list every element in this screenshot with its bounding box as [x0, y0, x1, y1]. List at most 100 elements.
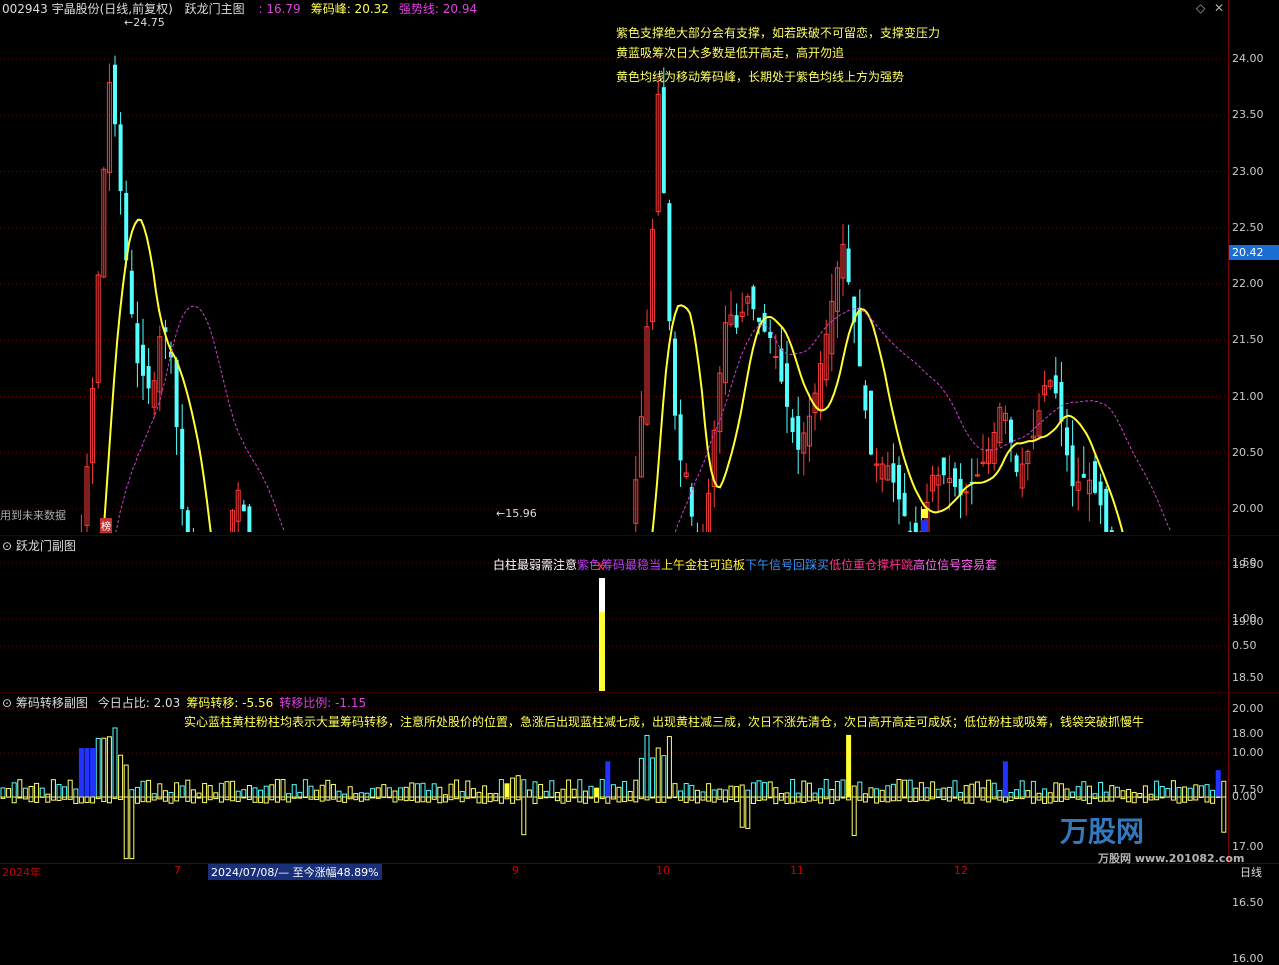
transfer-bar-negative [1149, 797, 1153, 800]
transfer-bar-negative [91, 797, 95, 803]
transfer-bar [35, 783, 39, 797]
transfer-bar-negative [253, 797, 257, 802]
transfer-bar-negative [886, 797, 890, 802]
transfer-bar [393, 791, 397, 797]
transfer-bar-negative [275, 797, 279, 802]
chip-transfer-chart[interactable] [0, 693, 1228, 863]
transfer-bar [1059, 784, 1063, 797]
transfer-bar [908, 780, 912, 797]
transfer-bar [471, 789, 475, 797]
transfer-bar [735, 787, 739, 797]
transfer-bar-negative [690, 797, 694, 800]
transfer-bar [527, 790, 531, 797]
candlestick-chart[interactable] [0, 0, 1228, 532]
transfer-bar-negative [942, 797, 946, 800]
transfer-bar [667, 737, 671, 797]
transfer-bar [147, 780, 151, 797]
transfer-bar [1003, 762, 1007, 797]
transfer-bar [555, 792, 559, 797]
transfer-bar-negative [830, 797, 834, 803]
price-tick: 23.00 [1232, 165, 1264, 178]
transfer-bar-negative [471, 797, 475, 798]
candle-body [1104, 489, 1108, 532]
transfer-bar-negative [544, 797, 548, 798]
transfer-bar [824, 780, 828, 797]
transfer-bar [589, 786, 593, 797]
axis-tick: 0.00 [1232, 790, 1257, 803]
transfer-bar [1138, 793, 1142, 797]
candle-body [942, 458, 946, 476]
transfer-bar [1177, 787, 1181, 797]
transfer-bar-negative [645, 797, 649, 800]
transfer-bar [875, 789, 879, 797]
transfer-bar [1143, 786, 1147, 797]
transfer-bar [690, 785, 694, 797]
transfer-bar-negative [421, 797, 425, 802]
transfer-bar-negative [74, 797, 78, 803]
transfer-bar-negative [404, 797, 408, 801]
transfer-bar [578, 780, 582, 797]
transfer-bar-negative [46, 797, 50, 802]
transfer-bar-negative [197, 797, 201, 798]
transfer-bar [376, 788, 380, 797]
candle-body [785, 363, 789, 407]
transfer-bar [135, 787, 139, 797]
transfer-bar [1015, 790, 1019, 797]
transfer-bar-negative [259, 797, 263, 803]
transfer-bar-negative [623, 797, 627, 802]
candle-body [1110, 530, 1114, 532]
transfer-bar [387, 788, 391, 797]
transfer-bar [29, 786, 33, 797]
price-tick: 23.50 [1232, 108, 1264, 121]
transfer-bar [1132, 793, 1136, 797]
candle-body [1099, 482, 1103, 506]
transfer-bar [264, 786, 268, 797]
transfer-bar-negative [219, 797, 223, 802]
price-tick: 24.00 [1232, 52, 1264, 65]
candle-body [757, 318, 761, 322]
transfer-bar-negative [639, 797, 643, 799]
transfer-bar [477, 792, 481, 797]
transfer-bar-negative [1009, 797, 1013, 801]
transfer-bar-negative [880, 797, 884, 801]
transfer-bar [903, 780, 907, 797]
transfer-bar-negative [578, 797, 582, 802]
transfer-bar-negative [163, 797, 167, 801]
price-tick: 16.50 [1232, 896, 1264, 909]
transfer-bar-negative [723, 797, 727, 802]
candle-body [897, 465, 901, 499]
transfer-bar [516, 776, 520, 797]
axis-tick: 20.00 [1232, 702, 1264, 715]
transfer-bar-negative [343, 797, 347, 802]
transfer-bar [819, 789, 823, 797]
transfer-bar [639, 758, 643, 797]
transfer-bar [337, 791, 341, 797]
date-axis[interactable] [0, 863, 1279, 879]
transfer-bar [23, 788, 27, 797]
transfer-bar [1065, 789, 1069, 797]
transfer-bar-negative [673, 797, 677, 798]
transfer-bar [813, 793, 817, 797]
transfer-bar [1110, 786, 1114, 797]
transfer-bar [298, 792, 302, 797]
candle-body [953, 468, 957, 487]
transfer-bar-negative [712, 797, 716, 802]
transfer-bar [539, 784, 543, 797]
transfer-bar-negative [1171, 797, 1175, 800]
rank-badge[interactable]: 榜 [100, 518, 112, 533]
future-data-note: 用到未来数据 [0, 507, 66, 523]
candle-body [863, 385, 867, 410]
signal-bar-chart[interactable]: x [0, 536, 1228, 692]
transfer-bar-negative [779, 797, 783, 800]
transfer-bar [51, 780, 55, 797]
transfer-bar [354, 794, 358, 797]
transfer-bar-negative [707, 797, 711, 801]
watermark-text: 万股网 www.201082.com [1098, 850, 1244, 866]
transfer-bar [1054, 783, 1058, 797]
transfer-bar-negative [1194, 797, 1198, 800]
transfer-bar [79, 749, 83, 797]
transfer-bar [1171, 781, 1175, 797]
transfer-bar [371, 789, 375, 797]
transfer-bar [891, 784, 895, 797]
transfer-bar-negative [1071, 797, 1075, 798]
